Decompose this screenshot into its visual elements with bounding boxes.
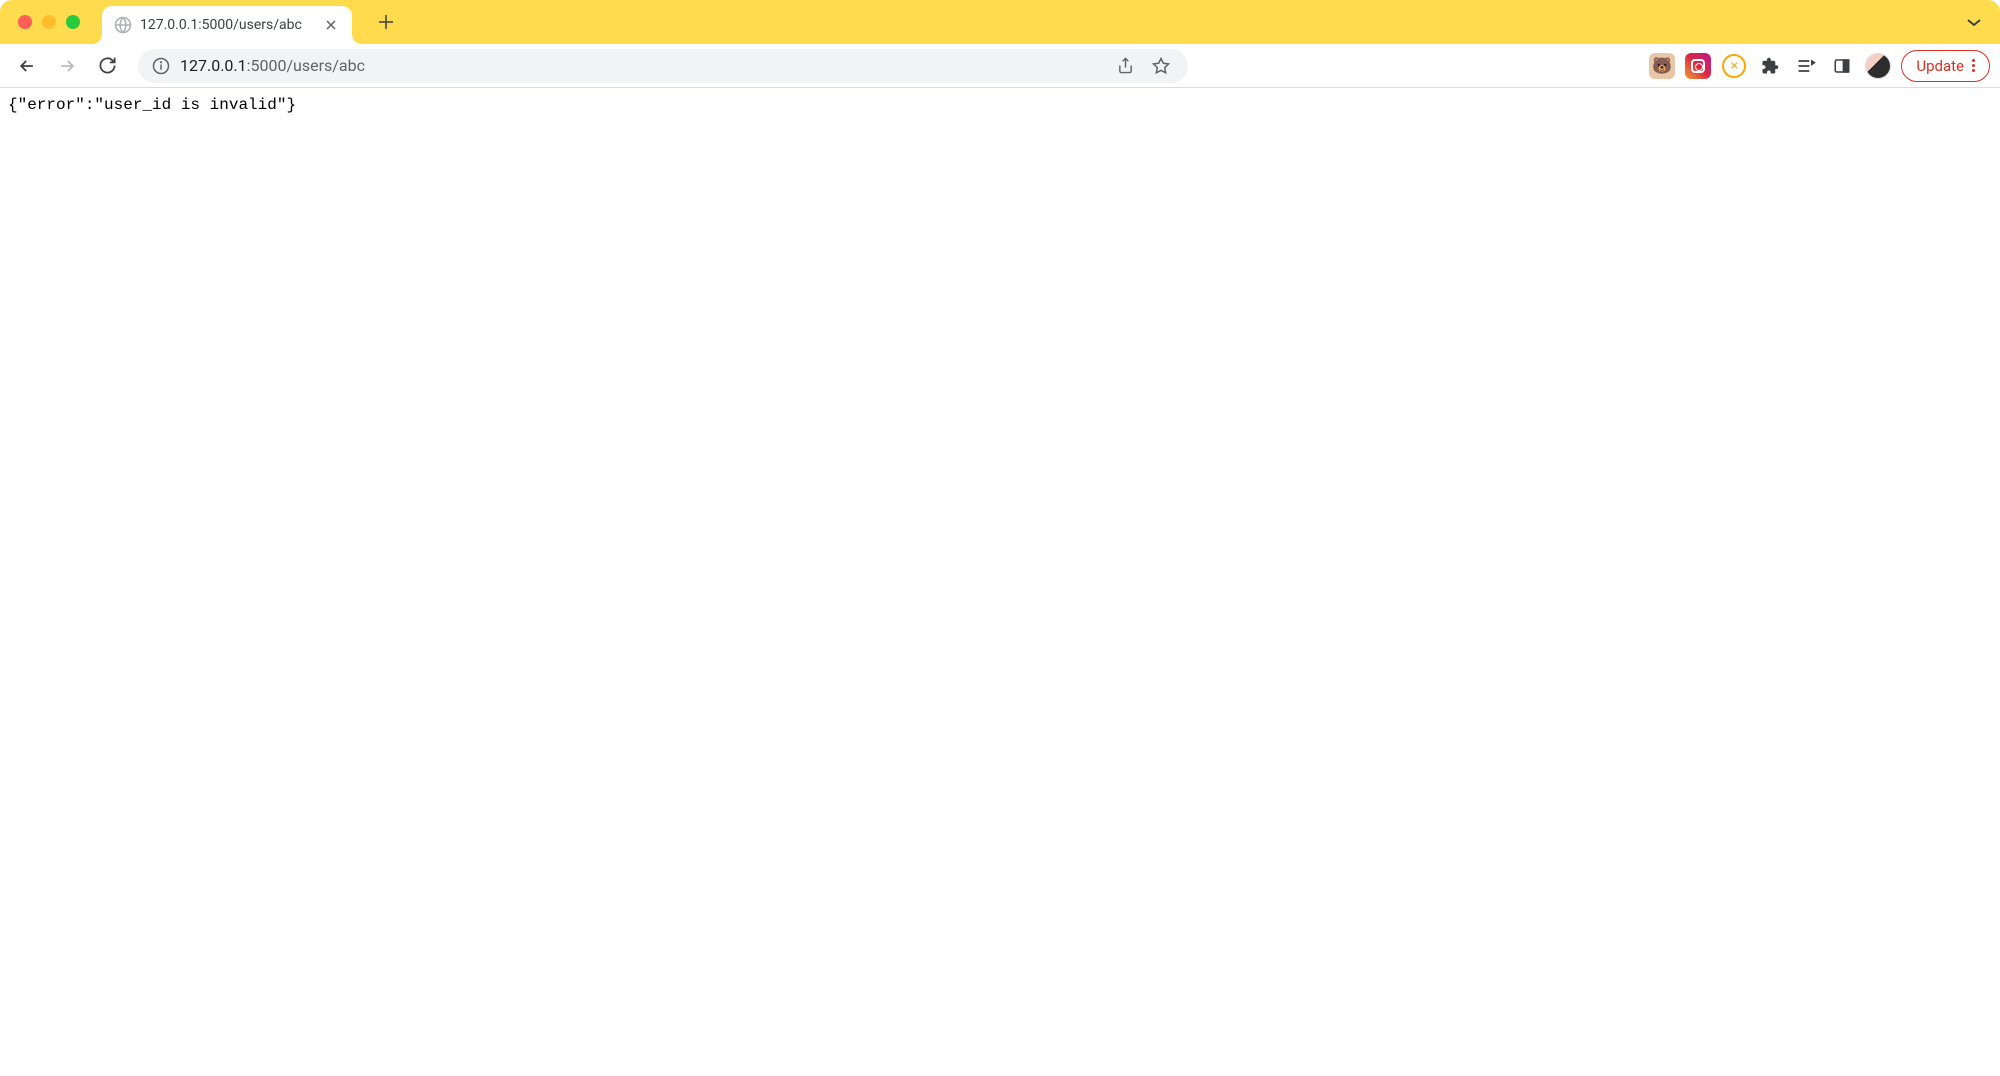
reload-button[interactable]	[90, 49, 124, 83]
side-panel-icon[interactable]	[1829, 53, 1855, 79]
toolbar: 127.0.0.1:5000/users/abc 🐻	[0, 44, 2000, 88]
extension-instagram-icon[interactable]	[1685, 53, 1711, 79]
window-controls	[8, 15, 90, 29]
url-text: 127.0.0.1:5000/users/abc	[180, 56, 1103, 75]
url-path: :5000/users/abc	[247, 56, 365, 75]
bookmark-icon[interactable]	[1148, 57, 1174, 75]
tab-title: 127.0.0.1:5000/users/abc	[140, 17, 314, 33]
forward-button[interactable]	[50, 49, 84, 83]
extensions-button[interactable]	[1757, 53, 1783, 79]
new-tab-button[interactable]	[370, 6, 402, 38]
window-minimize-button[interactable]	[42, 15, 56, 29]
extension-circle-icon[interactable]	[1721, 53, 1747, 79]
extension-bear-icon[interactable]: 🐻	[1649, 53, 1675, 79]
tab-search-button[interactable]	[1966, 14, 1992, 30]
address-bar[interactable]: 127.0.0.1:5000/users/abc	[138, 49, 1188, 83]
tab-close-button[interactable]	[322, 16, 340, 34]
url-host: 127.0.0.1	[180, 56, 247, 75]
update-button[interactable]: Update	[1901, 50, 1990, 82]
update-label: Update	[1916, 57, 1964, 75]
window-close-button[interactable]	[18, 15, 32, 29]
profile-avatar[interactable]	[1865, 53, 1891, 79]
window-maximize-button[interactable]	[66, 15, 80, 29]
browser-tab[interactable]: 127.0.0.1:5000/users/abc	[102, 6, 352, 44]
page-body-text: {"error":"user_id is invalid"}	[0, 88, 2000, 122]
reading-list-icon[interactable]	[1793, 53, 1819, 79]
site-info-icon[interactable]	[152, 57, 170, 75]
share-icon[interactable]	[1113, 57, 1138, 74]
tab-bar: 127.0.0.1:5000/users/abc	[0, 0, 2000, 44]
back-button[interactable]	[10, 49, 44, 83]
toolbar-right: 🐻 Update	[1649, 50, 1990, 82]
globe-icon	[114, 16, 132, 34]
more-menu-icon	[1972, 59, 1975, 72]
